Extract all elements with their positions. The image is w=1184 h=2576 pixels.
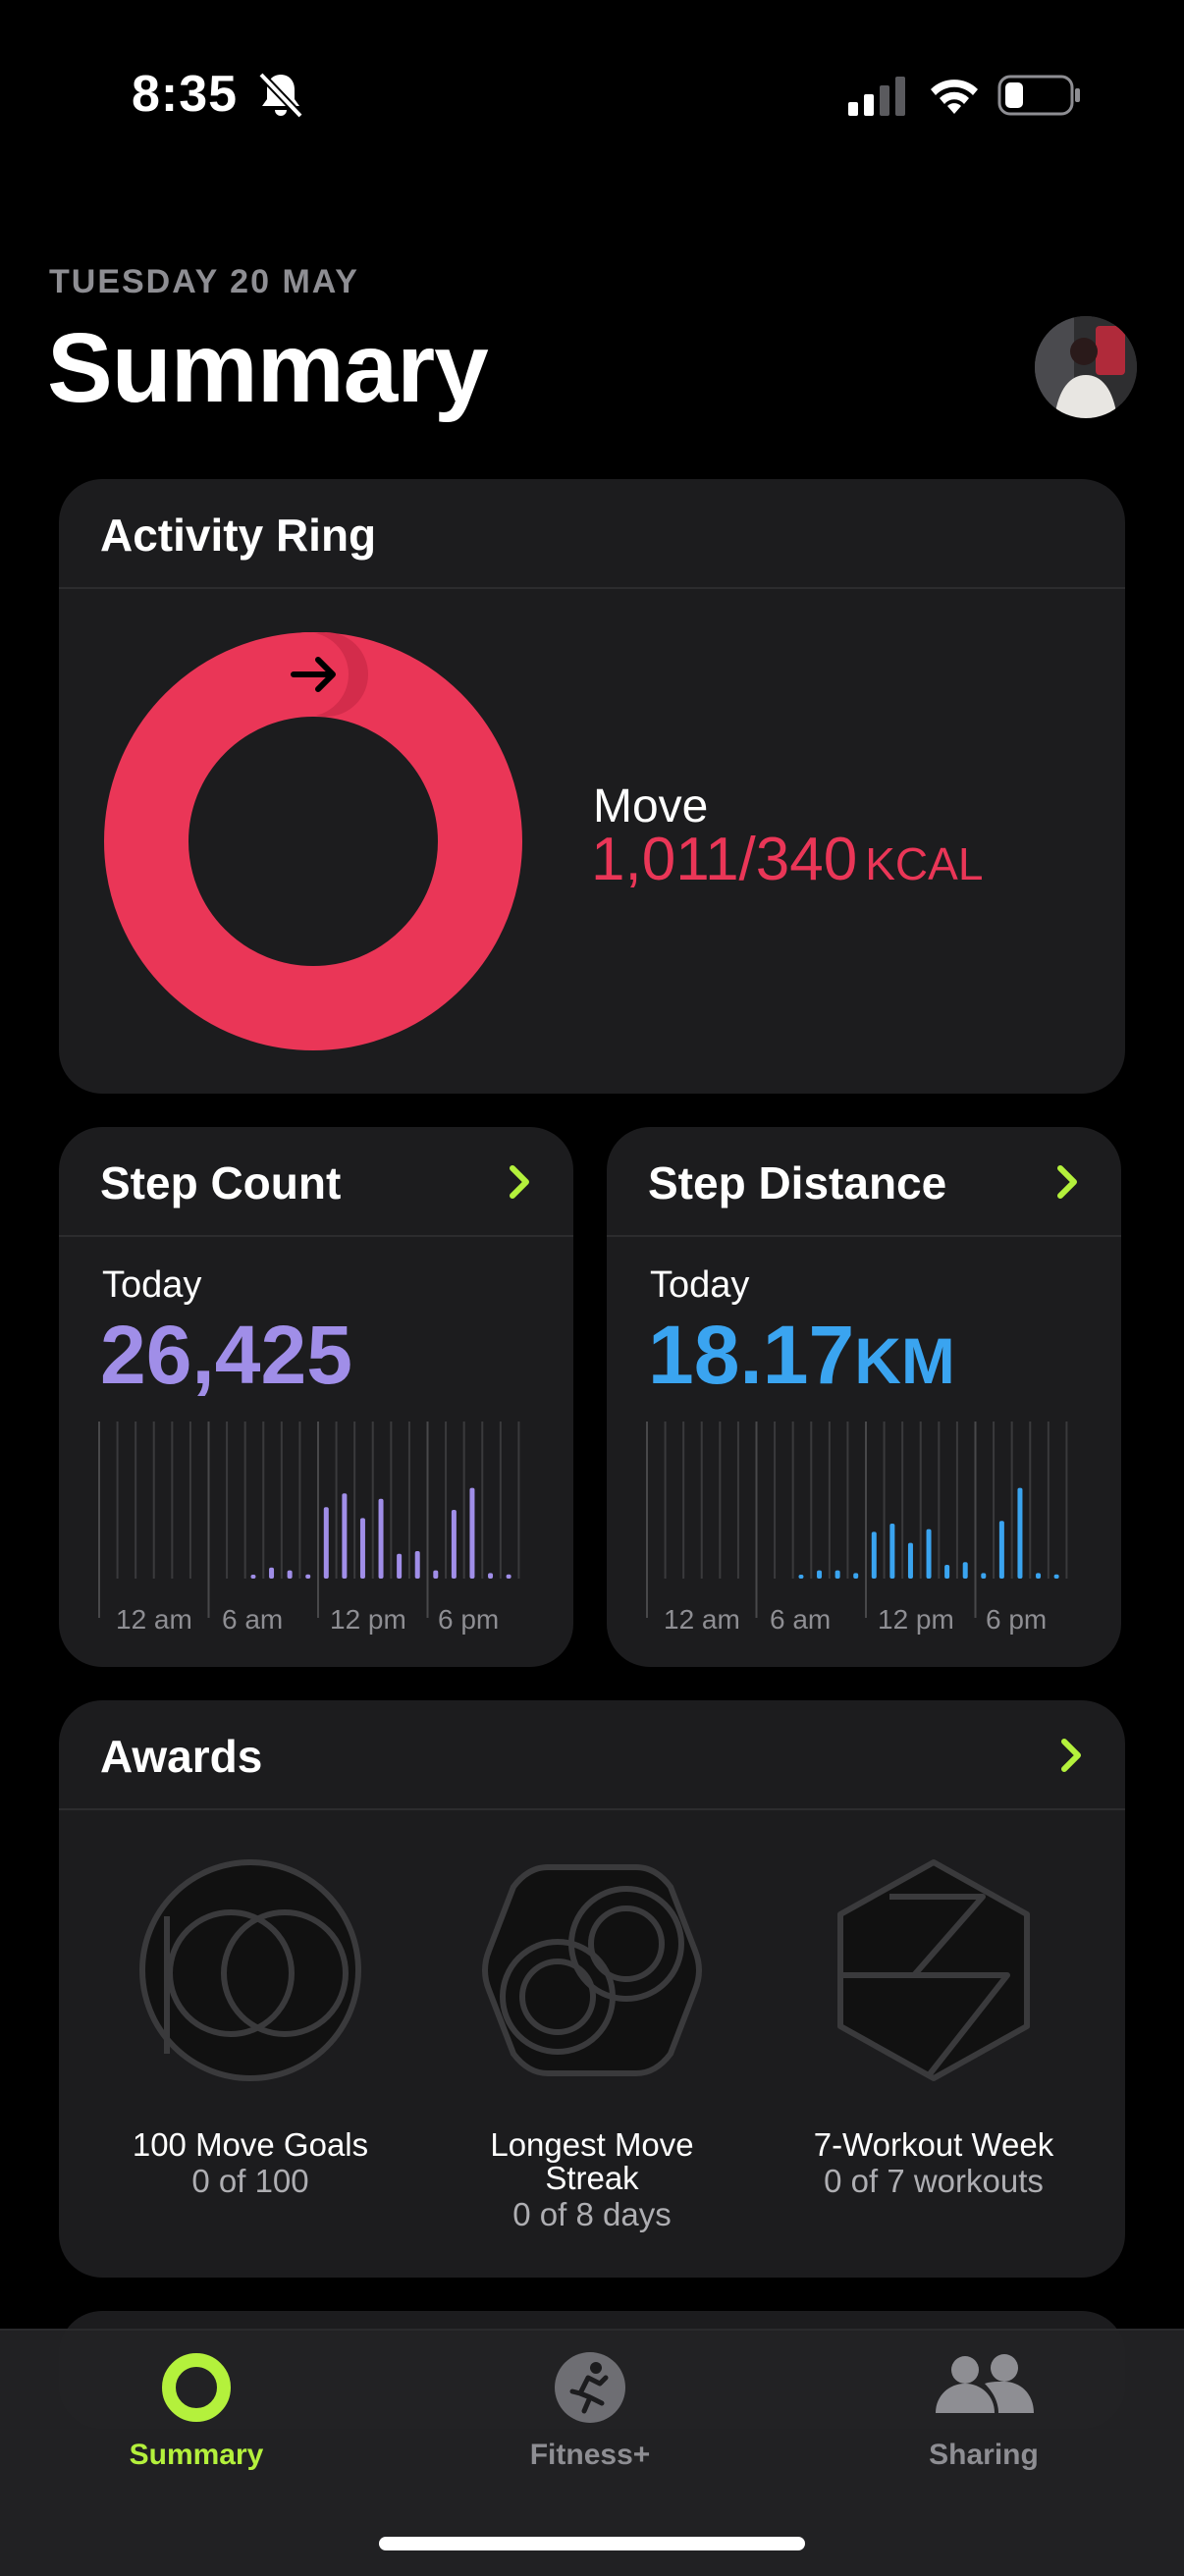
step-distance-bar-hour-20 bbox=[1017, 1487, 1023, 1579]
award-100-move-goals[interactable]: 100 Move Goals 0 of 100 bbox=[88, 1857, 412, 2201]
status-bar: 8:35 bbox=[0, 0, 1184, 187]
award-progress: 0 of 8 days bbox=[512, 2196, 672, 2232]
bell-slash-icon bbox=[258, 72, 303, 119]
step-count-header: Step Count bbox=[59, 1127, 573, 1237]
step-distance-value: 18.17KM bbox=[648, 1308, 955, 1403]
step-distance-bar-hour-11 bbox=[853, 1573, 859, 1579]
step-distance-today-label: Today bbox=[650, 1264, 750, 1306]
activity-ring-title: Activity Ring bbox=[100, 510, 377, 561]
tab-label-fitness-plus: Fitness+ bbox=[529, 2439, 651, 2471]
tab-sharing[interactable]: Sharing bbox=[866, 2348, 1102, 2472]
step-distance-unit: KM bbox=[854, 1324, 955, 1397]
axis-label-6am: 6 am bbox=[770, 1604, 832, 1635]
axis-label-12pm: 12 pm bbox=[330, 1604, 406, 1635]
step-distance-bar-hour-17 bbox=[962, 1562, 968, 1579]
step-count-bar-hour-12 bbox=[323, 1507, 329, 1579]
activity-ring-icon bbox=[162, 2353, 231, 2422]
step-count-card[interactable]: Step Count Today 26,425 12 am 6 am 12 pm… bbox=[59, 1127, 573, 1667]
tab-label-sharing: Sharing bbox=[929, 2439, 1039, 2471]
step-count-bar-hour-13 bbox=[342, 1493, 348, 1579]
hundred-move-goals-badge-icon bbox=[139, 1859, 361, 2081]
tab-fitness-plus[interactable]: Fitness+ bbox=[472, 2348, 708, 2472]
tab-label-summary: Summary bbox=[129, 2439, 264, 2471]
award-name: 100 Move Goals bbox=[132, 2126, 369, 2163]
step-count-bar-hour-15 bbox=[378, 1498, 384, 1579]
axis-label-6am: 6 am bbox=[222, 1604, 284, 1635]
chevron-right-icon bbox=[1057, 1165, 1077, 1199]
move-unit: KCAL bbox=[865, 838, 984, 889]
step-count-bar-hour-17 bbox=[414, 1551, 420, 1579]
activity-ring-card[interactable]: Activity Ring Move 1,011/340 KCAL bbox=[59, 479, 1125, 1094]
step-distance-bar-hour-12 bbox=[871, 1531, 877, 1579]
home-indicator bbox=[379, 2537, 805, 2550]
award-7-workout-week[interactable]: 7-Workout Week 0 of 7 workouts bbox=[772, 1857, 1096, 2201]
step-count-title: Step Count bbox=[100, 1157, 342, 1208]
step-distance-card[interactable]: Step Distance Today 18.17KM 12 am 6 am 1… bbox=[607, 1127, 1121, 1667]
move-value: 1,011/340 KCAL bbox=[591, 825, 983, 894]
running-figure-icon bbox=[555, 2352, 625, 2423]
status-time: 8:35 bbox=[132, 66, 239, 123]
profile-avatar[interactable] bbox=[1035, 316, 1137, 418]
move-ring bbox=[104, 632, 522, 1050]
chevron-right-icon bbox=[510, 1165, 529, 1199]
step-count-bar-hour-8 bbox=[250, 1575, 256, 1579]
step-distance-bar-hour-8 bbox=[798, 1575, 804, 1579]
wifi-icon bbox=[931, 80, 978, 114]
step-distance-bar-hour-14 bbox=[907, 1542, 913, 1579]
step-distance-bar-hour-18 bbox=[981, 1573, 987, 1579]
award-name: 7-Workout Week bbox=[813, 2126, 1054, 2163]
step-distance-bar-hour-13 bbox=[889, 1524, 895, 1579]
step-count-bar-hour-21 bbox=[488, 1573, 494, 1579]
axis-label-6pm: 6 pm bbox=[438, 1604, 500, 1635]
awards-header: Awards bbox=[59, 1700, 1125, 1810]
step-count-bar-hour-22 bbox=[506, 1574, 511, 1579]
axis-label-6pm: 6 pm bbox=[986, 1604, 1048, 1635]
axis-label-12am: 12 am bbox=[664, 1604, 740, 1635]
step-distance-title: Step Distance bbox=[648, 1157, 947, 1208]
step-count-today-label: Today bbox=[102, 1264, 202, 1306]
chevron-right-icon bbox=[1061, 1739, 1081, 1772]
step-count-bar-hour-19 bbox=[451, 1510, 457, 1579]
award-progress: 0 of 7 workouts bbox=[824, 2163, 1044, 2199]
date-heading: TUESDAY 20 MAY bbox=[49, 263, 359, 300]
step-distance-bar-hour-21 bbox=[1036, 1573, 1042, 1579]
awards-card[interactable]: Awards 100 Move Goals 0 of 100 Longest M… bbox=[59, 1700, 1125, 2278]
step-count-value: 26,425 bbox=[100, 1309, 352, 1401]
avatar-photo bbox=[1035, 316, 1137, 418]
step-count-bar-hour-16 bbox=[397, 1553, 403, 1579]
step-count-bar-hour-10 bbox=[287, 1570, 293, 1579]
activity-ring-header: Activity Ring bbox=[59, 479, 1125, 589]
step-distance-number: 18.17 bbox=[648, 1309, 855, 1401]
axis-label-12am: 12 am bbox=[116, 1604, 192, 1635]
move-calories: 1,011/340 bbox=[591, 826, 858, 893]
step-distance-bar-hour-9 bbox=[817, 1570, 823, 1579]
award-progress: 0 of 100 bbox=[191, 2163, 309, 2199]
step-distance-hourly-chart bbox=[646, 1422, 1068, 1618]
page-title: Summary bbox=[47, 313, 489, 423]
award-longest-move-streak[interactable]: Longest Move Streak 0 of 8 days bbox=[430, 1857, 754, 2234]
awards-title: Awards bbox=[100, 1731, 263, 1782]
step-distance-bar-hour-16 bbox=[944, 1565, 950, 1579]
seven-workout-badge-icon bbox=[837, 1859, 1030, 2081]
step-count-bar-hour-14 bbox=[359, 1518, 365, 1579]
battery-icon bbox=[997, 75, 1080, 116]
step-count-bar-hour-18 bbox=[433, 1570, 439, 1579]
step-count-bar-hour-9 bbox=[269, 1567, 275, 1579]
step-count-bar-hour-11 bbox=[305, 1574, 311, 1579]
people-icon bbox=[936, 2354, 1034, 2413]
step-distance-header: Step Distance bbox=[607, 1127, 1121, 1237]
step-distance-bar-hour-22 bbox=[1053, 1574, 1059, 1579]
move-streak-badge-icon bbox=[482, 1864, 702, 2076]
cellular-signal-icon bbox=[848, 77, 905, 116]
tab-summary[interactable]: Summary bbox=[79, 2348, 314, 2472]
axis-label-12pm: 12 pm bbox=[878, 1604, 954, 1635]
step-distance-bar-hour-15 bbox=[926, 1529, 932, 1579]
step-count-bar-hour-20 bbox=[469, 1487, 475, 1579]
award-name: Longest Move Streak bbox=[490, 2126, 694, 2196]
step-distance-bar-hour-19 bbox=[998, 1521, 1004, 1579]
step-count-hourly-chart bbox=[98, 1422, 520, 1618]
step-distance-bar-hour-10 bbox=[834, 1570, 840, 1579]
